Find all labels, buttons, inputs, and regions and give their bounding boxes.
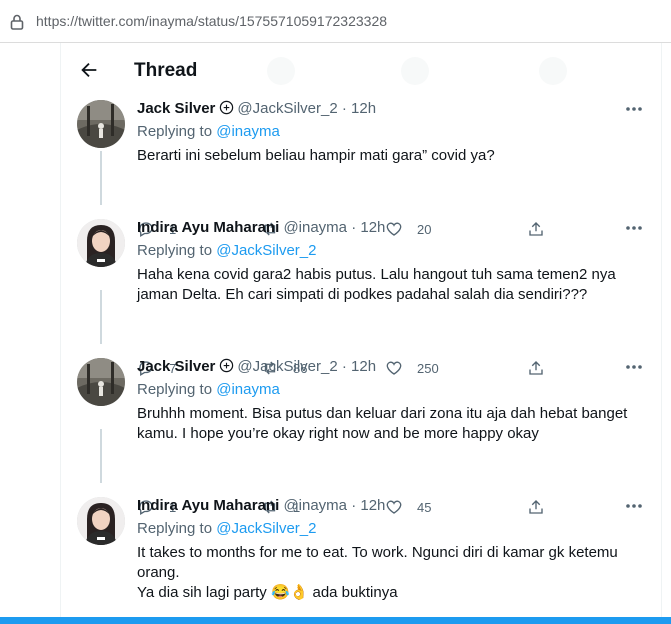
- tweet-text: Bruhhh moment. Bisa putus dan keluar dar…: [137, 405, 628, 442]
- verified-style-badge-icon: [220, 100, 234, 115]
- arrow-left-icon[interactable]: [78, 59, 100, 81]
- display-name[interactable]: Jack Silver: [137, 100, 215, 117]
- mention-link[interactable]: @JackSilver_2: [216, 520, 316, 537]
- tweet-header: Jack Silver @JackSilver_2 · 12h: [137, 100, 377, 117]
- replying-to: Replying to @JackSilver_2: [137, 242, 317, 259]
- user-handle[interactable]: @JackSilver_2: [237, 100, 337, 117]
- faded-header-circle: [267, 57, 295, 85]
- more-options-icon[interactable]: [624, 102, 644, 116]
- user-handle[interactable]: @inayma: [283, 497, 347, 514]
- timestamp[interactable]: 12h: [351, 358, 376, 375]
- replying-to: Replying to @inayma: [137, 381, 280, 398]
- bottom-accent-bar: [0, 617, 671, 624]
- avatar[interactable]: [77, 358, 125, 406]
- user-handle[interactable]: @inayma: [283, 219, 347, 236]
- tweet-header: Indira Ayu Maharani @inayma · 12h: [137, 497, 386, 514]
- timestamp[interactable]: 12h: [360, 497, 385, 514]
- tweet-text: It takes to months for me to eat. To wor…: [137, 544, 618, 601]
- display-name[interactable]: Indira Ayu Maharani: [137, 219, 279, 236]
- mention-link[interactable]: @JackSilver_2: [216, 242, 316, 259]
- avatar[interactable]: [77, 497, 125, 545]
- tweet-header: Jack Silver @JackSilver_2 · 12h: [137, 358, 377, 375]
- replying-to: Replying to @inayma: [137, 123, 280, 140]
- more-options-icon[interactable]: [624, 360, 644, 374]
- more-options-icon[interactable]: [624, 499, 644, 513]
- twitter-thread-view: Thread Jack Silver @JackSilver_2 · 12h Re…: [60, 43, 662, 617]
- verified-style-badge-icon: [220, 358, 234, 373]
- tweet[interactable]: Indira Ayu Maharani @inayma · 12h Replyi…: [61, 497, 661, 617]
- mention-link[interactable]: @inayma: [216, 123, 280, 140]
- display-name[interactable]: Jack Silver: [137, 358, 215, 375]
- thread-header: Thread: [61, 43, 661, 96]
- avatar[interactable]: [77, 100, 125, 148]
- faded-header-circle: [539, 57, 567, 85]
- tweet[interactable]: Jack Silver @JackSilver_2 · 12h Replying …: [61, 358, 661, 516]
- more-options-icon[interactable]: [624, 221, 644, 235]
- page-title: Thread: [134, 60, 198, 81]
- browser-address-bar[interactable]: https://twitter.com/inayma/status/157557…: [0, 0, 671, 43]
- user-handle[interactable]: @JackSilver_2: [237, 358, 337, 375]
- lock-icon: [10, 14, 24, 30]
- tweet-text: Haha kena covid gara2 habis putus. Lalu …: [137, 266, 616, 303]
- mention-link[interactable]: @inayma: [216, 381, 280, 398]
- tweet[interactable]: Indira Ayu Maharani @inayma · 12h Replyi…: [61, 219, 661, 377]
- faded-header-circle: [401, 57, 429, 85]
- tweet-header: Indira Ayu Maharani @inayma · 12h: [137, 219, 386, 236]
- timestamp[interactable]: 12h: [351, 100, 376, 117]
- display-name[interactable]: Indira Ayu Maharani: [137, 497, 279, 514]
- avatar[interactable]: [77, 219, 125, 267]
- replying-to: Replying to @JackSilver_2: [137, 520, 317, 537]
- tweet-text: Berarti ini sebelum beliau hampir mati g…: [137, 147, 495, 164]
- timestamp[interactable]: 12h: [360, 219, 385, 236]
- address-url[interactable]: https://twitter.com/inayma/status/157557…: [36, 13, 387, 29]
